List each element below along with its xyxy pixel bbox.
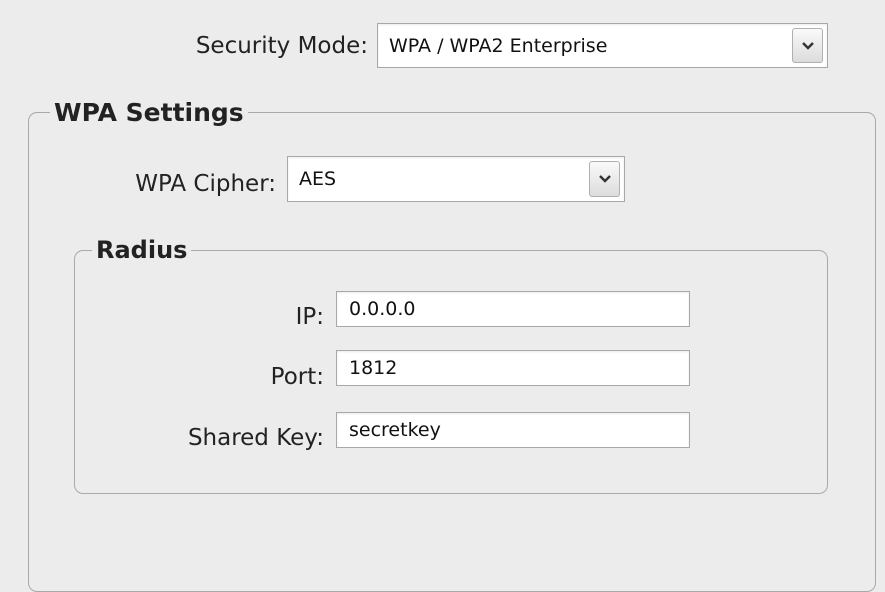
radius-shared-key-input[interactable]: secretkey — [336, 412, 690, 448]
security-mode-label: Security Mode: — [195, 33, 368, 59]
chevron-down-icon — [598, 175, 611, 183]
radius-ip-input[interactable]: 0.0.0.0 — [336, 291, 690, 327]
wpa-cipher-dropdown-button[interactable] — [589, 161, 620, 197]
radius-ip-label: IP: — [295, 304, 324, 330]
wpa-cipher-value: AES — [299, 168, 337, 190]
radius-port-input[interactable]: 1812 — [336, 350, 690, 386]
radius-legend: Radius — [92, 235, 192, 265]
security-mode-value: WPA / WPA2 Enterprise — [389, 34, 608, 57]
wpa-cipher-select[interactable]: AES — [287, 156, 625, 202]
wpa-settings-legend: WPA Settings — [50, 97, 248, 129]
security-mode-dropdown-button[interactable] — [792, 28, 823, 63]
chevron-down-icon — [801, 41, 814, 50]
wpa-cipher-label: WPA Cipher: — [135, 171, 276, 197]
security-mode-select[interactable]: WPA / WPA2 Enterprise — [377, 23, 828, 68]
radius-shared-key-label: Shared Key: — [187, 425, 324, 451]
radius-port-label: Port: — [270, 364, 324, 390]
